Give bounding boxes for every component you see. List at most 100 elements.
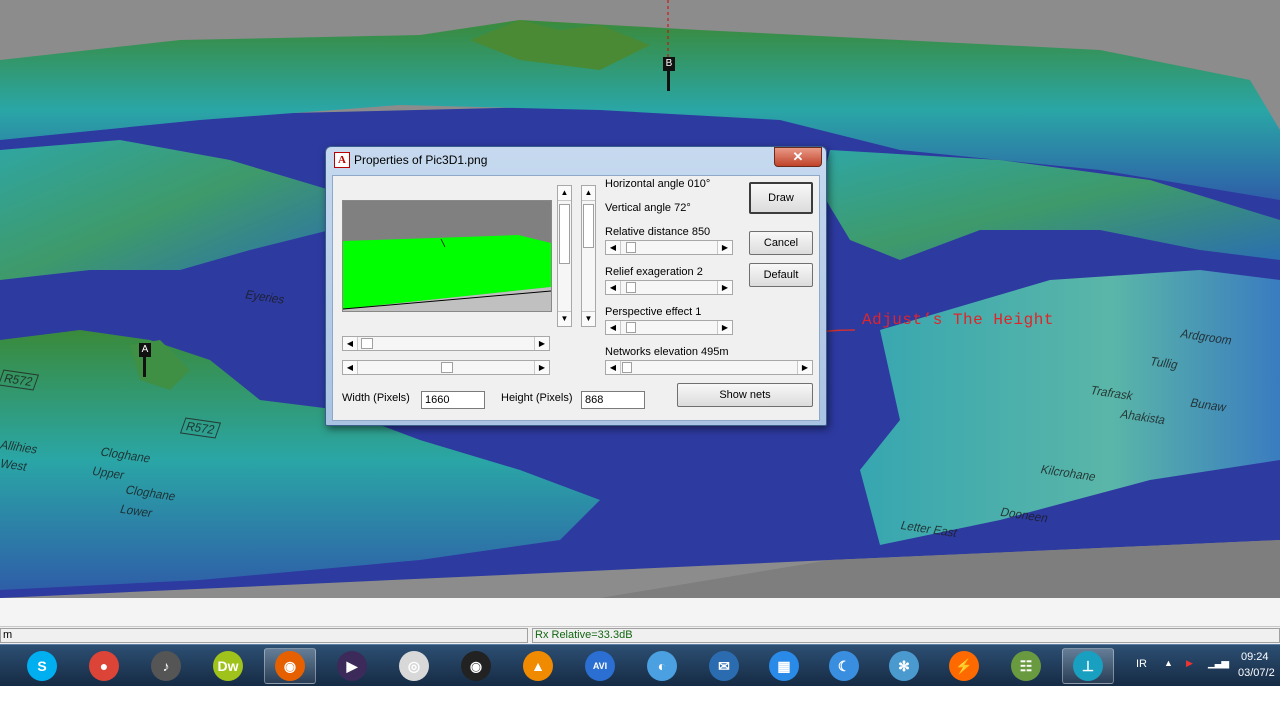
- taskbar: S ● ♪ Dw ◉ ▶ ◎ ◉ ▲ AVI ◐ ✉ ▦ ☾ ✻ ⚡ ☷ ⊥ IR ▲ ▶ ▁▃▅ 09:24 0…: [0, 644, 1280, 687]
- media-player-icon: ▶: [337, 651, 367, 681]
- scroll-thumb[interactable]: [361, 338, 373, 349]
- dialog-client-area: ▲ ▼ ▲ ▼ ◀ ▶ ◀ ▶ Horizontal angle 010° Ve…: [332, 175, 820, 421]
- taskbar-button[interactable]: ◉: [264, 648, 316, 684]
- taskbar-button[interactable]: ●: [78, 648, 130, 684]
- preview-vscroll-1[interactable]: ▲ ▼: [557, 185, 572, 327]
- scroll-left-arrow-icon[interactable]: ◀: [606, 241, 621, 254]
- skype-icon: S: [27, 651, 57, 681]
- empty-area: [0, 598, 1280, 626]
- clock-time[interactable]: 09:24: [1241, 651, 1269, 663]
- avi-converter-icon: AVI: [585, 651, 615, 681]
- mail-icon: ✉: [709, 651, 739, 681]
- disc-burner-icon: ◐: [647, 651, 677, 681]
- default-button[interactable]: Default: [749, 263, 813, 287]
- network-users-icon: ☷: [1011, 651, 1041, 681]
- firefox-icon: ◉: [275, 651, 305, 681]
- preview-image: [342, 200, 552, 312]
- dreamweaver-icon: Dw: [213, 651, 243, 681]
- taskbar-button[interactable]: Dw: [202, 648, 254, 684]
- perspective-effect-label: Perspective effect 1: [605, 306, 702, 318]
- scroll-right-arrow-icon[interactable]: ▶: [717, 241, 732, 254]
- perspective-effect-slider[interactable]: ◀ ▶: [605, 320, 733, 335]
- dialog-title: Properties of Pic3D1.png: [354, 153, 488, 167]
- width-label: Width (Pixels): [342, 392, 410, 404]
- scroll-up-arrow-icon[interactable]: ▲: [558, 186, 571, 201]
- scroll-right-arrow-icon[interactable]: ▶: [534, 361, 549, 374]
- taskbar-button[interactable]: ▶: [326, 648, 378, 684]
- scroll-down-arrow-icon[interactable]: ▼: [558, 311, 571, 326]
- scroll-left-arrow-icon[interactable]: ◀: [343, 361, 358, 374]
- scroll-left-arrow-icon[interactable]: ◀: [606, 361, 621, 374]
- scroll-down-arrow-icon[interactable]: ▼: [582, 311, 595, 326]
- scroll-left-arrow-icon[interactable]: ◀: [606, 281, 621, 294]
- slider-thumb[interactable]: [626, 322, 636, 333]
- preview-hscroll-1[interactable]: ◀ ▶: [342, 336, 550, 351]
- taskbar-button[interactable]: ▦: [758, 648, 810, 684]
- status-rx-relative: Rx Relative=33.3dB: [532, 628, 1280, 643]
- taskbar-button[interactable]: ◎: [388, 648, 440, 684]
- taskbar-button[interactable]: ✉: [698, 648, 750, 684]
- camera-icon: ◉: [461, 651, 491, 681]
- preview-vscroll-2[interactable]: ▲ ▼: [581, 185, 596, 327]
- slider-thumb[interactable]: [626, 242, 636, 253]
- moon-icon: ☾: [829, 651, 859, 681]
- signal-icon[interactable]: ▁▃▅: [1208, 658, 1229, 669]
- scroll-right-arrow-icon[interactable]: ▶: [717, 281, 732, 294]
- scroll-left-arrow-icon[interactable]: ◀: [343, 337, 358, 350]
- taskbar-button[interactable]: ▲: [512, 648, 564, 684]
- taskbar-button[interactable]: ☾: [818, 648, 870, 684]
- scroll-right-arrow-icon[interactable]: ▶: [717, 321, 732, 334]
- scroll-left-arrow-icon[interactable]: ◀: [606, 321, 621, 334]
- clock-date[interactable]: 03/07/2: [1238, 667, 1275, 679]
- width-field[interactable]: 1660: [421, 391, 485, 409]
- marker-a-pole: [143, 357, 146, 377]
- scroll-right-arrow-icon[interactable]: ▶: [534, 337, 549, 350]
- screen-margin: [0, 686, 1280, 720]
- marker-a[interactable]: A: [139, 343, 151, 357]
- chrome-icon: ●: [89, 651, 119, 681]
- taskbar-button[interactable]: ✻: [878, 648, 930, 684]
- networks-elevation-slider[interactable]: ◀ ▶: [605, 360, 813, 375]
- taskbar-button[interactable]: ◐: [636, 648, 688, 684]
- preview-render: [343, 201, 551, 311]
- dvd-icon: ◎: [399, 651, 429, 681]
- status-bar: m Rx Relative=33.3dB: [0, 626, 1280, 645]
- vlc-icon: ▲: [523, 651, 553, 681]
- status-left: m: [0, 628, 528, 643]
- scroll-thumb[interactable]: [559, 204, 570, 264]
- marker-b-pole: [667, 71, 670, 91]
- itunes-icon: ♪: [151, 651, 181, 681]
- language-indicator[interactable]: IR: [1136, 658, 1147, 670]
- flash-icon: ⚡: [949, 651, 979, 681]
- taskbar-button[interactable]: ☷: [1000, 648, 1052, 684]
- taskbar-button[interactable]: ♪: [140, 648, 192, 684]
- scroll-up-arrow-icon[interactable]: ▲: [582, 186, 595, 201]
- taskbar-button[interactable]: AVI: [574, 648, 626, 684]
- marker-b[interactable]: B: [663, 57, 675, 71]
- show-nets-button[interactable]: Show nets: [677, 383, 813, 407]
- relief-exaggeration-slider[interactable]: ◀ ▶: [605, 280, 733, 295]
- snowflake-icon: ✻: [889, 651, 919, 681]
- slider-thumb[interactable]: [626, 282, 636, 293]
- properties-dialog: A Properties of Pic3D1.png ✕ ▲ ▼ ▲ ▼ ◀ ▶…: [325, 146, 827, 426]
- relief-exaggeration-label: Relief exageration 2: [605, 266, 703, 278]
- scroll-thumb[interactable]: [441, 362, 453, 373]
- system-tray: IR ▲ ▶ ▁▃▅ 09:24 03/07/2: [1120, 645, 1280, 687]
- flag-icon[interactable]: ▶: [1186, 658, 1193, 669]
- taskbar-button[interactable]: ⚡: [938, 648, 990, 684]
- taskbar-button[interactable]: ◉: [450, 648, 502, 684]
- close-button[interactable]: ✕: [774, 147, 822, 167]
- scroll-right-arrow-icon[interactable]: ▶: [797, 361, 812, 374]
- slider-thumb[interactable]: [622, 362, 632, 373]
- tray-expand-icon[interactable]: ▲: [1164, 658, 1173, 668]
- scroll-thumb[interactable]: [583, 204, 594, 248]
- taskbar-button[interactable]: S: [16, 648, 68, 684]
- cancel-button[interactable]: Cancel: [749, 231, 813, 255]
- height-field[interactable]: 868: [581, 391, 645, 409]
- draw-button[interactable]: Draw: [749, 182, 813, 214]
- networks-elevation-label: Networks elevation 495m: [605, 346, 729, 358]
- app-icon: A: [334, 152, 350, 168]
- taskbar-button[interactable]: ⊥: [1062, 648, 1114, 684]
- relative-distance-slider[interactable]: ◀ ▶: [605, 240, 733, 255]
- preview-hscroll-2[interactable]: ◀ ▶: [342, 360, 550, 375]
